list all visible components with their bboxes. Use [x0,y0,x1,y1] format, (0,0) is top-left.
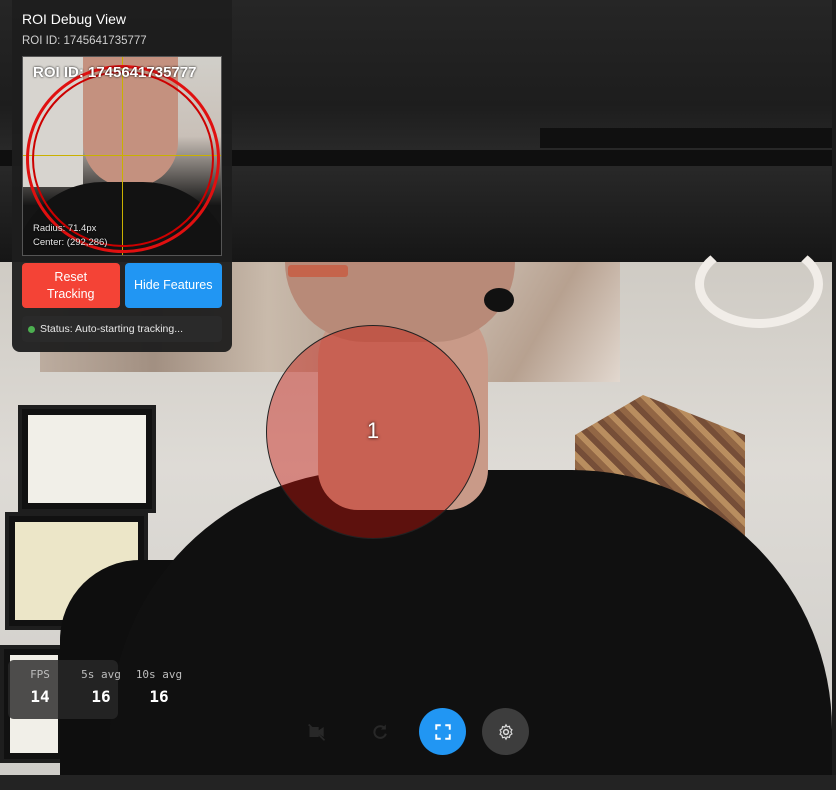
fullscreen-icon [434,723,451,740]
ceiling-shelf [540,128,832,148]
refresh-icon [372,724,387,739]
fps-5s-value: 16 [91,687,111,706]
status-bar: Status: Auto-starting tracking... [22,316,222,342]
fps-5s-label: 5s avg [81,668,121,681]
bottom-bar [0,775,836,790]
roi-overlay-circle[interactable]: 1 [266,325,480,539]
roi-id-label: ROI ID: 1745641735777 [22,35,147,47]
fps-10s-value: 16 [149,687,169,706]
ring-light [695,240,823,328]
panel-title: ROI Debug View [22,11,127,27]
reset-tracking-label: Reset Tracking [47,269,95,301]
panel-actions: Reset Tracking Hide Features [22,263,222,308]
settings-button[interactable] [482,708,529,755]
fullscreen-button[interactable] [419,708,466,755]
fps-10s-label: 10s avg [135,668,183,681]
fps-counter: FPS 14 5s avg 16 10s avg 16 [8,660,182,719]
roi-preview: ROI ID: 1745641735777 Radius: 71.4px Cen… [22,56,222,256]
fps-5s-avg: 5s avg 16 [72,668,130,719]
roi-preview-circle-inner [32,71,214,247]
camera-off-icon [307,723,325,741]
preview-roi-title: ROI ID: 1745641735777 [33,64,197,81]
fps-10s-avg: 10s avg 16 [130,668,188,719]
window-edge [832,0,836,775]
status-text: Status: Auto-starting tracking... [40,323,183,335]
hide-features-button[interactable]: Hide Features [124,263,222,308]
roi-number-label: 1 [366,418,380,443]
person-glasses [288,265,348,277]
fps-label: FPS [30,668,50,681]
fps-value: 14 [30,687,50,706]
settings-icon [498,723,513,740]
fps-current: FPS 14 [8,668,72,719]
wall-certificate [18,405,156,513]
preview-center: Center: (292,286) [33,237,108,248]
status-indicator-icon [28,325,35,333]
reset-tracking-button[interactable]: Reset Tracking [22,263,120,308]
roi-debug-panel: ROI Debug View ROI ID: 1745641735777 ROI… [12,0,232,352]
camera-off-button[interactable] [293,708,340,755]
preview-radius: Radius: 71.4px [33,223,97,234]
refresh-button[interactable] [356,708,403,755]
person-earbud [484,288,514,312]
